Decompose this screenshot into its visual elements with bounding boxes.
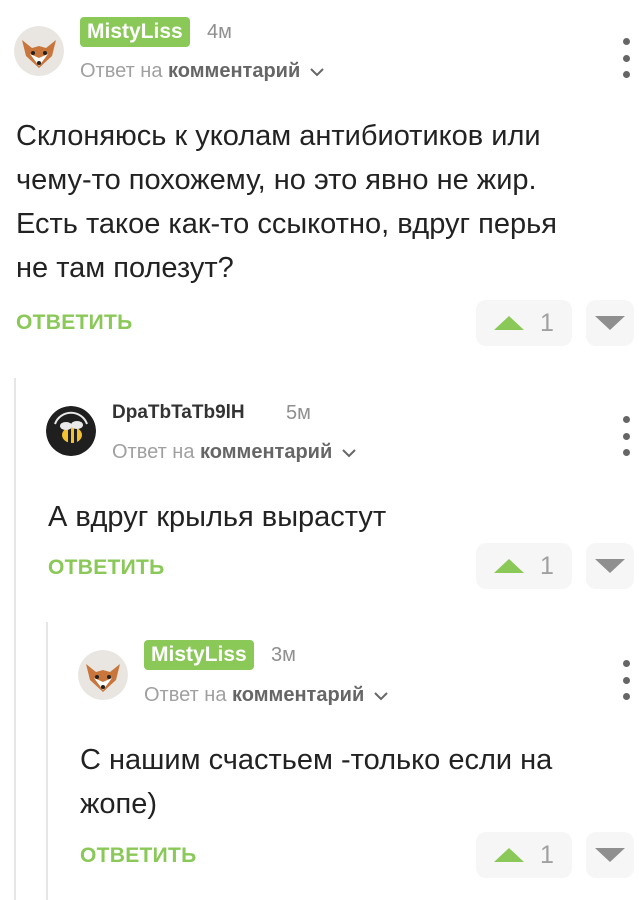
timestamp: 4м — [207, 21, 232, 43]
more-options-icon[interactable] — [620, 660, 632, 700]
reply-button[interactable]: ОТВЕТИТЬ — [16, 311, 133, 335]
chevron-down-icon — [342, 441, 356, 464]
downvote-button[interactable] — [586, 543, 634, 589]
more-options-icon[interactable] — [620, 38, 632, 78]
arrow-up-icon — [494, 848, 524, 862]
comment-text: А вдруг крылья вырастут — [48, 501, 387, 533]
more-options-icon[interactable] — [620, 416, 632, 456]
vote-count: 1 — [540, 308, 554, 337]
avatar[interactable] — [78, 650, 128, 700]
reply-to-link[interactable]: Ответ на комментарий — [112, 441, 356, 464]
reply-to-prefix: Ответ на — [112, 441, 195, 463]
reply-to-link[interactable]: Ответ на комментарий — [80, 60, 324, 83]
chevron-down-icon — [310, 60, 324, 83]
fox-avatar-icon — [78, 650, 128, 700]
reply-to-link[interactable]: Ответ на комментарий — [144, 684, 388, 707]
vote-count: 1 — [540, 551, 554, 580]
avatar[interactable] — [46, 406, 96, 456]
username[interactable]: MistyLiss — [144, 640, 254, 670]
arrow-up-icon — [494, 559, 524, 573]
bee-avatar-icon — [46, 406, 96, 456]
avatar[interactable] — [14, 26, 64, 76]
arrow-down-icon — [595, 559, 625, 573]
thread-line-level-1 — [14, 378, 16, 900]
timestamp: 3м — [271, 644, 296, 666]
arrow-up-icon — [494, 316, 524, 330]
reply-to-target: комментарий — [200, 441, 333, 463]
downvote-button[interactable] — [586, 832, 634, 878]
username[interactable]: DpaTbTaTb9lH — [112, 398, 245, 428]
arrow-down-icon — [595, 316, 625, 330]
reply-button[interactable]: ОТВЕТИТЬ — [48, 556, 165, 580]
reply-to-target: комментарий — [168, 60, 301, 82]
chevron-down-icon — [374, 684, 388, 707]
arrow-down-icon — [595, 848, 625, 862]
reply-to-target: комментарий — [232, 684, 365, 706]
comment-text: Склоняюсь к уколам антибиотиков или чему… — [16, 120, 557, 284]
upvote-button[interactable]: 1 — [476, 832, 572, 878]
fox-avatar-icon — [14, 26, 64, 76]
reply-button[interactable]: ОТВЕТИТЬ — [80, 844, 197, 868]
thread-line-level-2 — [46, 622, 48, 900]
downvote-button[interactable] — [586, 300, 634, 346]
reply-to-prefix: Ответ на — [144, 684, 227, 706]
upvote-button[interactable]: 1 — [476, 543, 572, 589]
timestamp: 5м — [286, 402, 311, 424]
vote-count: 1 — [540, 840, 554, 869]
upvote-button[interactable]: 1 — [476, 300, 572, 346]
reply-to-prefix: Ответ на — [80, 60, 163, 82]
username[interactable]: MistyLiss — [80, 17, 190, 47]
comment-text: С нашим счастьем -только если на жопе) — [80, 744, 553, 820]
